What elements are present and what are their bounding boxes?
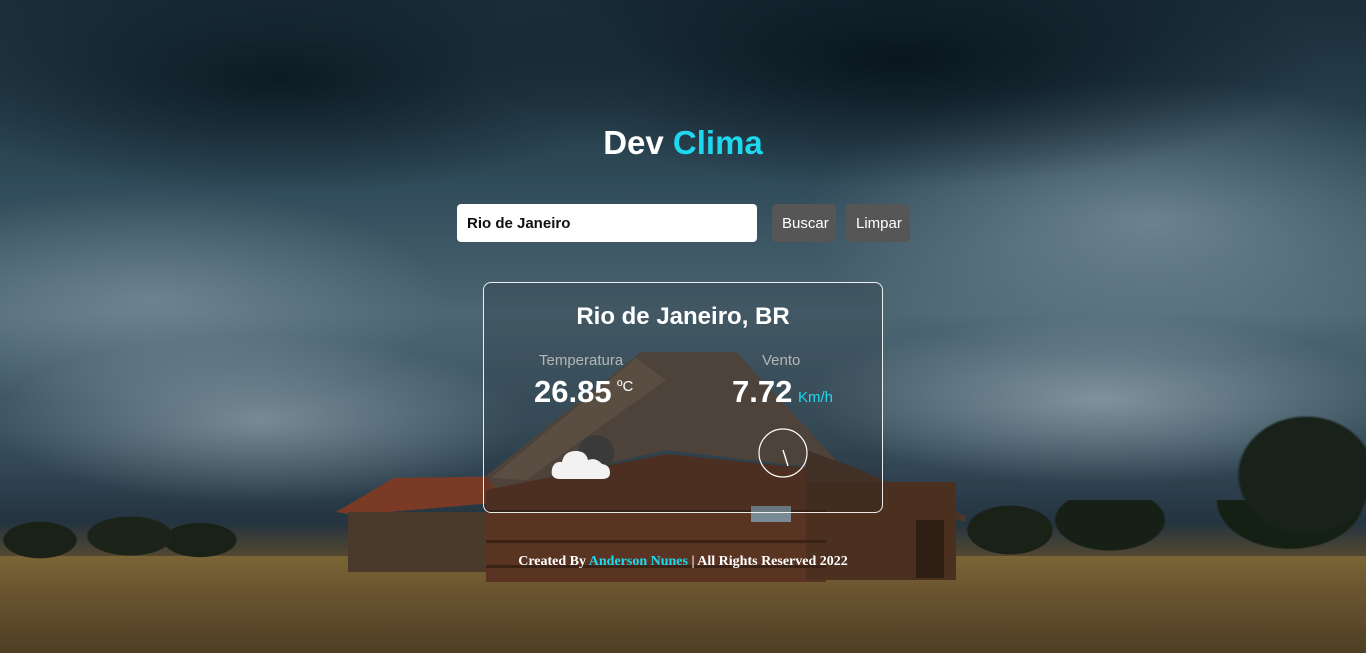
city-search-input[interactable] [457, 204, 757, 242]
footer: Created By Anderson Nunes | All Rights R… [0, 554, 1366, 570]
temperature-label: Temperatura [539, 352, 624, 369]
search-button[interactable]: Buscar [772, 204, 836, 242]
background-tree [1196, 385, 1366, 560]
city-name: Rio de Janeiro, BR [576, 303, 790, 330]
partly-cloudy-night-icon [548, 433, 620, 485]
clear-button[interactable]: Limpar [846, 204, 910, 242]
app-title: Dev Clima [0, 124, 1366, 162]
app-title-accent: Clima [672, 124, 763, 161]
footer-author-link[interactable]: Anderson Nunes [589, 554, 688, 569]
footer-prefix: Created By [518, 554, 587, 569]
weather-card: Rio de Janeiro, BR Temperatura 26.85 ºC … [483, 282, 883, 513]
wind-compass-icon [758, 428, 808, 478]
temperature-value: 26.85 [534, 374, 612, 409]
wind-value: 7.72 [732, 374, 793, 409]
wind-unit: Km/h [798, 389, 834, 406]
wind-label: Vento [762, 352, 801, 369]
search-form: Buscar Limpar [457, 204, 910, 242]
app-title-primary: Dev [603, 124, 664, 161]
temperature-unit: ºC [617, 378, 634, 395]
footer-suffix: | All Rights Reserved 2022 [691, 554, 848, 569]
